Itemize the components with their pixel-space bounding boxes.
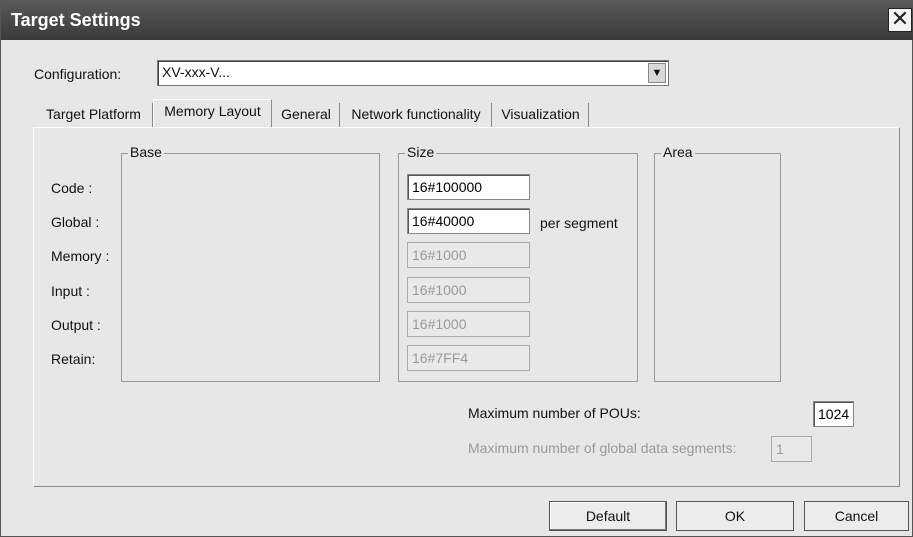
row-label-global: Global : xyxy=(51,214,100,230)
code-size-field[interactable]: 16#100000 xyxy=(407,174,530,200)
configuration-select[interactable]: XV-xxx-V... ▼ xyxy=(157,60,669,86)
tab-label: Memory Layout xyxy=(164,103,261,119)
target-settings-dialog: Target Settings ✕ Configuration: XV-xxx-… xyxy=(0,0,913,537)
tab-general[interactable]: General xyxy=(273,103,340,127)
global-size-field[interactable]: 16#40000 xyxy=(407,208,530,234)
tab-network-functionality[interactable]: Network functionality xyxy=(341,103,492,127)
max-global-segments-label: Maximum number of global data segments: xyxy=(468,440,737,456)
configuration-label: Configuration: xyxy=(34,66,122,82)
row-label-retain: Retain: xyxy=(51,351,96,367)
max-global-segments-field[interactable]: 1 xyxy=(771,436,812,462)
per-segment-label: per segment xyxy=(540,215,618,231)
base-group-title: Base xyxy=(128,144,164,160)
title-bar[interactable]: Target Settings ✕ xyxy=(1,0,913,40)
area-group: Area xyxy=(654,144,781,382)
close-button[interactable]: ✕ xyxy=(888,8,912,32)
tab-label: General xyxy=(281,106,331,122)
row-label-code: Code : xyxy=(51,180,93,196)
configuration-value: XV-xxx-V... xyxy=(162,64,230,80)
tab-target-platform[interactable]: Target Platform xyxy=(35,103,153,127)
output-size-field[interactable]: 16#1000 xyxy=(407,311,530,337)
default-button[interactable]: Default xyxy=(549,501,667,531)
max-pous-label: Maximum number of POUs: xyxy=(468,405,641,421)
memory-size-field[interactable]: 16#1000 xyxy=(407,242,530,268)
ok-button[interactable]: OK xyxy=(676,501,794,531)
base-group: Base xyxy=(121,144,380,382)
window-title: Target Settings xyxy=(11,10,141,30)
area-group-title: Area xyxy=(661,144,695,160)
chevron-down-icon[interactable]: ▼ xyxy=(648,63,666,83)
row-label-output: Output : xyxy=(51,317,101,333)
row-label-memory: Memory : xyxy=(51,248,110,264)
tab-label: Network functionality xyxy=(351,106,481,122)
max-pous-field[interactable]: 1024 xyxy=(813,401,854,427)
row-label-input: Input : xyxy=(51,283,90,299)
tab-visualization[interactable]: Visualization xyxy=(493,103,589,127)
size-group-title: Size xyxy=(405,144,437,160)
tab-label: Target Platform xyxy=(46,106,141,122)
retain-size-field[interactable]: 16#7FF4 xyxy=(407,345,530,371)
tab-memory-layout[interactable]: Memory Layout xyxy=(153,99,272,127)
tab-label: Visualization xyxy=(501,106,580,122)
input-size-field[interactable]: 16#1000 xyxy=(407,277,530,303)
cancel-button[interactable]: Cancel xyxy=(804,501,909,531)
close-icon: ✕ xyxy=(890,6,910,31)
